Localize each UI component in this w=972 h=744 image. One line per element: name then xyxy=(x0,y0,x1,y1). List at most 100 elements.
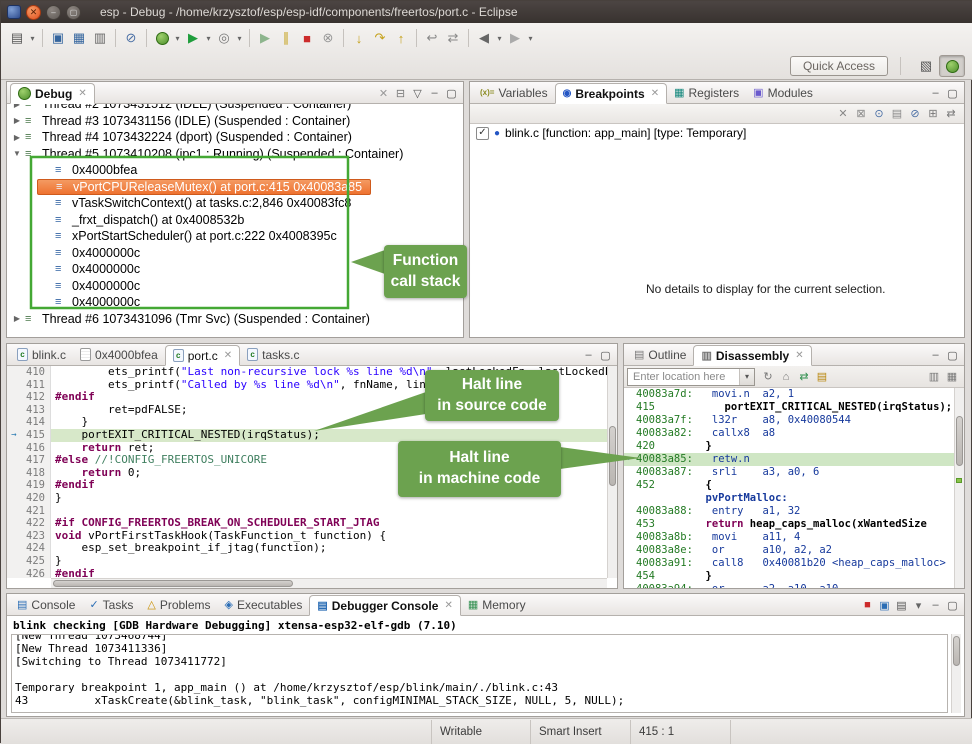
tree-expander-icon[interactable]: ▶ xyxy=(11,116,23,125)
run-dropdown-icon[interactable]: ▾ xyxy=(204,28,213,48)
maximize-icon[interactable]: ▢ xyxy=(944,347,961,363)
disassembly-line[interactable]: 40083a88: entry a1, 32 xyxy=(624,505,954,518)
tree-expander-icon[interactable]: ▶ xyxy=(11,104,23,109)
tree-expander-icon[interactable]: ▼ xyxy=(11,149,23,158)
disconnect-icon[interactable]: ⊗ xyxy=(318,28,338,48)
maximize-icon[interactable]: ▢ xyxy=(443,85,460,101)
drop-to-frame-icon[interactable]: ↩ xyxy=(422,28,442,48)
debug-stack-frame-row[interactable]: ≡xPortStartScheduler() at port.c:222 0x4… xyxy=(37,228,345,245)
remove-breakpoint-icon[interactable]: ✕ xyxy=(834,106,852,122)
view-menu-icon[interactable]: ▽ xyxy=(409,85,426,101)
maximize-icon[interactable]: ▢ xyxy=(944,597,961,613)
console-output[interactable]: [New Thread 1073468744][New Thread 10734… xyxy=(11,634,948,713)
source-code-editor[interactable]: 410 ets_printf("Last non-recursive lock … xyxy=(7,366,607,578)
tab-variables[interactable]: (x)= Variables xyxy=(473,82,555,103)
resume-icon[interactable]: ▶ xyxy=(255,28,275,48)
disassembly-line[interactable]: 40083a82: callx8 a8 xyxy=(624,427,954,440)
tab-modules[interactable]: ▣ Modules xyxy=(746,82,820,103)
tree-expander-icon[interactable]: ▶ xyxy=(11,314,23,323)
save-all-icon[interactable]: ▦ xyxy=(69,28,89,48)
collapse-all-icon[interactable]: ⊟ xyxy=(392,85,409,101)
refresh-icon[interactable]: ↻ xyxy=(759,368,777,385)
tab-problems[interactable]: △ Problems xyxy=(140,594,217,615)
debug-stack-frame-row[interactable]: ≡0x4000000c xyxy=(37,278,148,295)
debug-thread-row[interactable]: ▶≡Thread #4 1073432224 (dport) (Suspende… xyxy=(7,129,360,146)
debug-thread-row[interactable]: ▶≡Thread #6 1073431096 (Tmr Svc) (Suspen… xyxy=(7,311,378,328)
debug-dropdown-icon[interactable]: ▾ xyxy=(173,28,182,48)
maximize-icon[interactable]: ▢ xyxy=(944,85,961,101)
disassembly-line[interactable]: 40083a8e: or a10, a2, a2 xyxy=(624,544,954,557)
tab-tasks[interactable]: ✓ Tasks xyxy=(82,594,140,615)
disassembly-line[interactable]: 40083a7f: l32r a8, 0x40080544 xyxy=(624,414,954,427)
code-text[interactable]: } xyxy=(51,555,607,568)
link-with-debug-icon[interactable]: ⇄ xyxy=(942,106,960,122)
close-icon[interactable]: ✕ xyxy=(78,88,86,99)
disassembly-line[interactable]: 454 } xyxy=(624,570,954,583)
disassembly-line[interactable]: 40083a87: srli a3, a0, 6 xyxy=(624,466,954,479)
window-minimize-button[interactable]: – xyxy=(46,5,61,20)
window-close-button[interactable]: ✕ xyxy=(26,5,41,20)
disassembly-line[interactable]: 452 { xyxy=(624,479,954,492)
console-dropdown-icon[interactable]: ▾ xyxy=(910,597,927,613)
tab-console[interactable]: ▤ Console xyxy=(10,594,82,615)
tab-0x4000bfea[interactable]: 0x4000bfea xyxy=(73,344,165,365)
disassembly-line[interactable]: 40083a7d: movi.n a2, 1 xyxy=(624,388,954,401)
code-text[interactable]: #endif xyxy=(51,568,607,579)
debug-stack-frame-row[interactable]: ≡vTaskSwitchContext() at tasks.c:2,846 0… xyxy=(37,195,359,212)
remove-all-terminated-icon[interactable]: ✕ xyxy=(375,85,392,101)
forward-dropdown-icon[interactable]: ▾ xyxy=(526,28,535,48)
breakpoint-checkbox[interactable]: ✓ xyxy=(476,127,489,140)
window-maximize-button[interactable]: ▢ xyxy=(66,5,81,20)
code-text[interactable]: } xyxy=(51,492,607,505)
open-console-icon[interactable]: ▤ xyxy=(893,597,910,613)
home-icon[interactable]: ⌂ xyxy=(777,368,795,385)
debug-perspective-icon[interactable] xyxy=(939,55,965,77)
print-view-icon[interactable]: ▦ xyxy=(943,368,961,385)
show-supported-breakpoints-icon[interactable]: ⊙ xyxy=(870,106,888,122)
sync-selection-icon[interactable]: ⇄ xyxy=(795,368,813,385)
tab-executables[interactable]: ◈ Executables xyxy=(218,594,310,615)
close-icon[interactable]: ✕ xyxy=(795,350,803,361)
tab-registers[interactable]: ▦ Registers xyxy=(667,82,746,103)
disassembly-scrollbar[interactable] xyxy=(954,388,964,588)
disassembly-line[interactable]: 40083a94: or a2, a10, a10 xyxy=(624,583,954,588)
debug-thread-row[interactable]: ▶≡Thread #2 1073431512 (IDLE) (Suspended… xyxy=(7,104,359,113)
chevron-down-icon[interactable]: ▾ xyxy=(739,369,754,385)
terminate-icon[interactable]: ■ xyxy=(297,28,317,48)
new-dropdown-icon[interactable]: ▾ xyxy=(28,28,37,48)
back-dropdown-icon[interactable]: ▾ xyxy=(495,28,504,48)
debug-thread-row[interactable]: ▼≡Thread #5 1073410208 (ipc1 : Running) … xyxy=(7,146,411,163)
tab-blink-c[interactable]: c blink.c xyxy=(10,344,73,365)
terminate-console-icon[interactable]: ■ xyxy=(859,597,876,613)
tab-disassembly[interactable]: ▥ Disassembly ✕ xyxy=(693,345,811,366)
external-tools-dropdown-icon[interactable]: ▾ xyxy=(235,28,244,48)
forward-icon[interactable]: ▶ xyxy=(505,28,525,48)
minimize-icon[interactable]: – xyxy=(927,85,944,101)
disassembly-line[interactable]: pvPortMalloc: xyxy=(624,492,954,505)
console-scrollbar[interactable] xyxy=(951,634,961,713)
instruction-stepping-icon[interactable]: ⇄ xyxy=(443,28,463,48)
copy-to-clipboard-icon[interactable]: ▥ xyxy=(925,368,943,385)
code-text[interactable]: return 0; xyxy=(51,467,607,480)
minimize-icon[interactable]: – xyxy=(927,597,944,613)
debug-thread-row[interactable]: ▶≡Thread #3 1073431156 (IDLE) (Suspended… xyxy=(7,113,358,130)
code-text[interactable]: esp_set_breakpoint_if_jtag(function); xyxy=(51,542,607,555)
step-return-icon[interactable]: ↑ xyxy=(391,28,411,48)
debug-stack-frame-row[interactable]: ≡_frxt_dispatch() at 0x4008532b xyxy=(37,212,252,229)
go-to-file-icon[interactable]: ▤ xyxy=(888,106,906,122)
external-tools-icon[interactable]: ◎ xyxy=(214,28,234,48)
minimize-icon[interactable]: – xyxy=(580,347,597,363)
code-text[interactable]: ets_printf("Called by %s line %d\n", fnN… xyxy=(51,379,607,392)
skip-all-breakpoints-icon[interactable]: ⊘ xyxy=(906,106,924,122)
disassembly-line[interactable]: 40083a8b: movi a11, 4 xyxy=(624,531,954,544)
display-selected-console-icon[interactable]: ▣ xyxy=(876,597,893,613)
print-icon[interactable]: ▥ xyxy=(90,28,110,48)
debug-icon[interactable] xyxy=(152,28,172,48)
close-icon[interactable]: ✕ xyxy=(651,88,659,99)
minimize-icon[interactable]: – xyxy=(927,347,944,363)
editor-horizontal-scrollbar[interactable] xyxy=(51,578,607,588)
suspend-icon[interactable]: ∥ xyxy=(276,28,296,48)
disassembly-line[interactable]: →40083a85: retw.n xyxy=(624,453,954,466)
tab-outline[interactable]: ▤ Outline xyxy=(627,344,693,365)
disassembly-line[interactable]: 40083a91: call8 0x40081b20 <heap_caps_ma… xyxy=(624,557,954,570)
